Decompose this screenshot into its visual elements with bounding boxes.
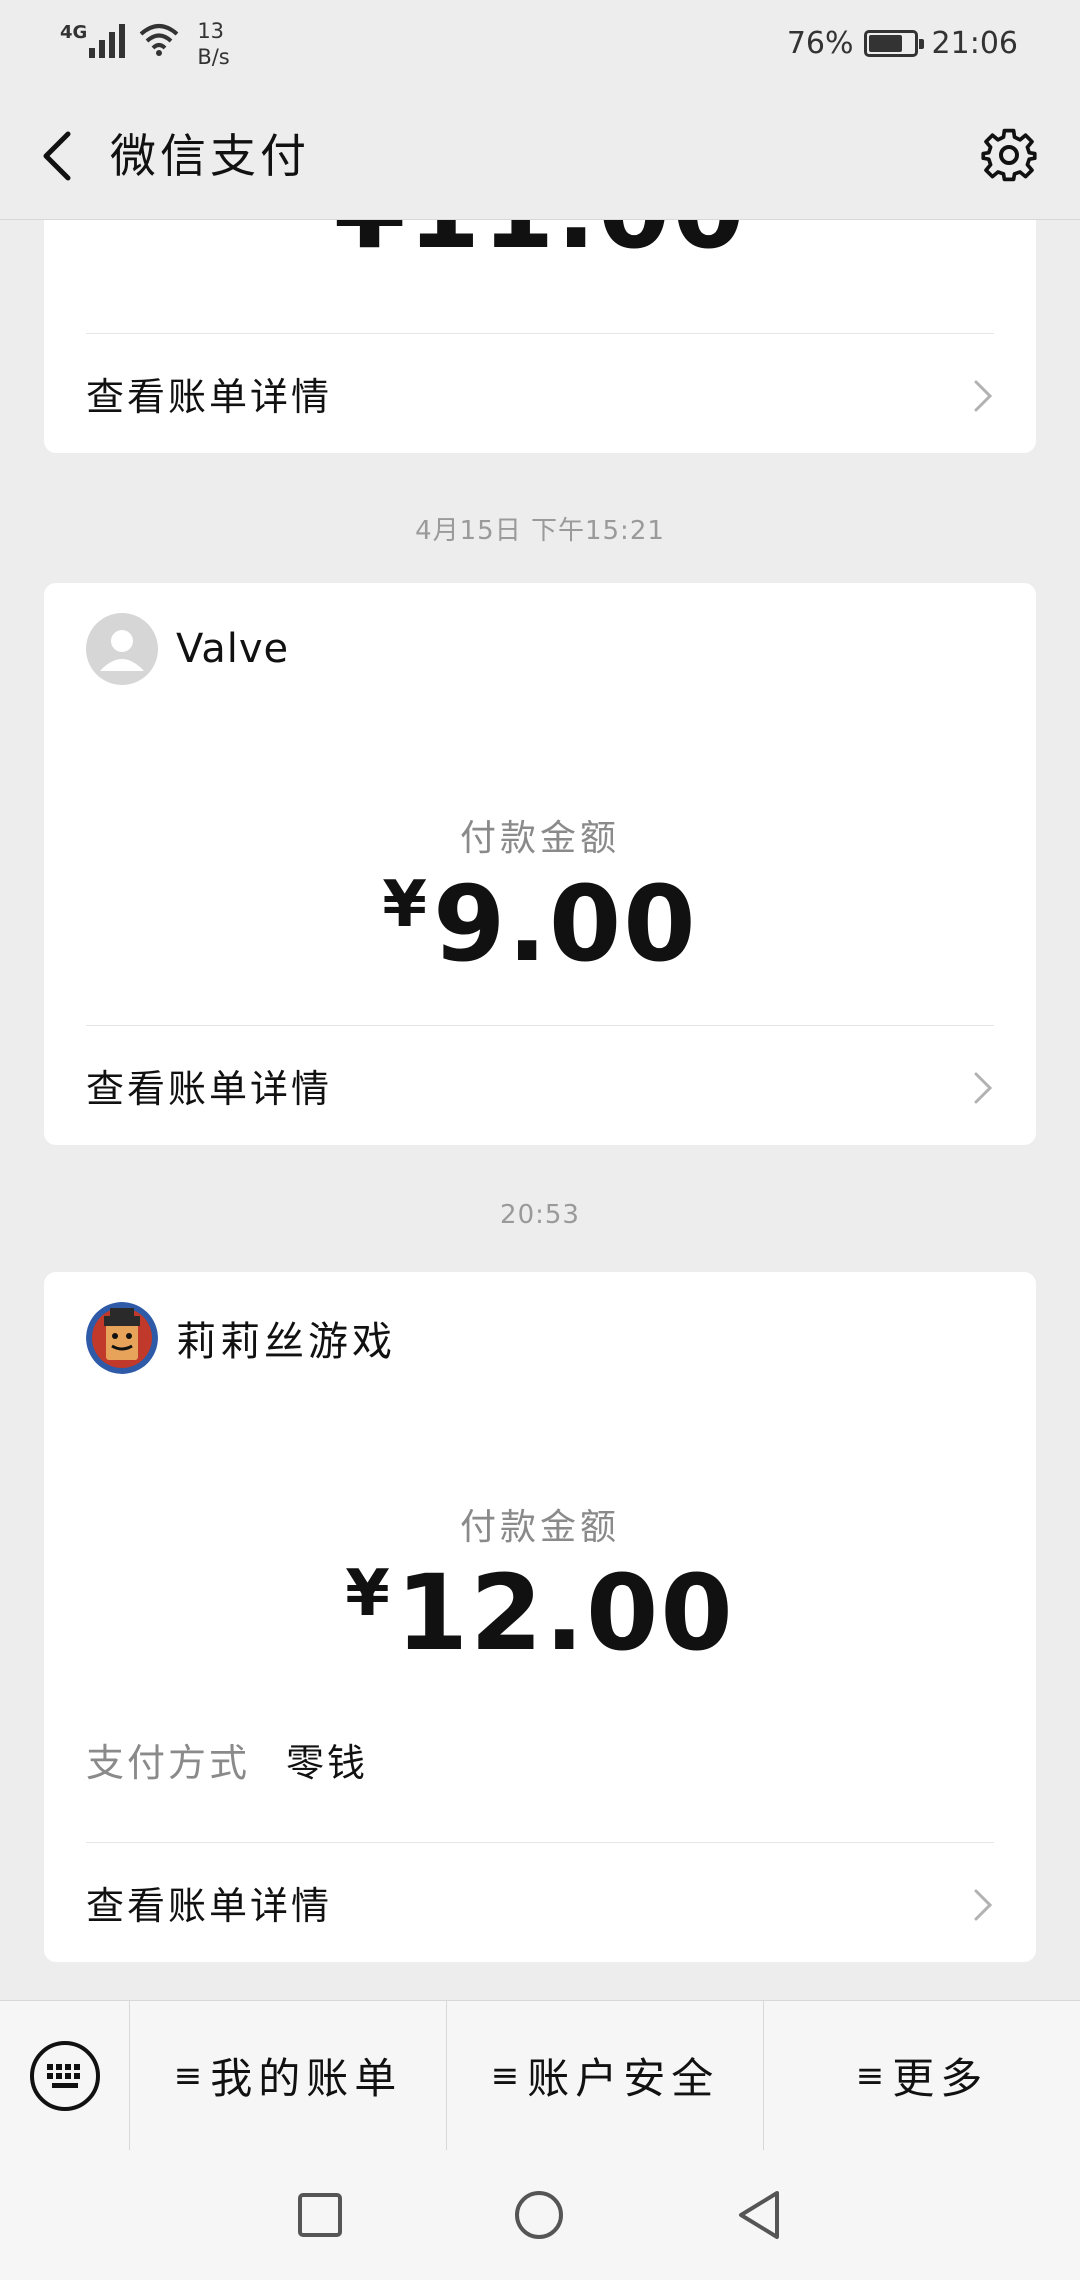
view-bill-detail-label: 查看账单详情 <box>86 1883 333 1928</box>
bottom-menu-bar: ≡ 我的账单 ≡ 账户安全 ≡ 更多 <box>0 2000 1080 2150</box>
view-bill-detail-label: 查看账单详情 <box>86 374 333 419</box>
merchant-header[interactable]: 莉莉丝游戏 <box>86 1302 396 1374</box>
chevron-right-icon <box>974 380 993 412</box>
amount-number: 9.00 <box>432 863 698 985</box>
menu-label: 我的账单 <box>210 2054 403 2103</box>
amount-number: 12.00 <box>395 1552 735 1674</box>
menu-account-security[interactable]: ≡ 账户安全 <box>447 2001 764 2150</box>
menu-more[interactable]: ≡ 更多 <box>764 2001 1080 2150</box>
clock: 21:06 <box>931 26 1018 61</box>
payment-card: 莉莉丝游戏 付款金额 ¥12.00 支付方式 零钱 查看账单详情 <box>44 1272 1036 1962</box>
speed-value: 13 <box>197 19 225 43</box>
merchant-name: Valve <box>176 626 290 672</box>
gear-icon[interactable] <box>980 126 1038 184</box>
battery-fill <box>868 35 902 52</box>
payment-method-row: 支付方式 零钱 <box>86 1732 368 1787</box>
merchant-name: 莉莉丝游戏 <box>176 1319 396 1365</box>
timestamp: 20:53 <box>500 1200 580 1230</box>
amount-value: ¥12.00 <box>44 1552 1036 1674</box>
payment-method-value: 零钱 <box>286 1741 369 1785</box>
menu-label: 更多 <box>892 2054 989 2103</box>
payment-card: Valve 付款金额 ¥9.00 查看账单详情 <box>44 583 1036 1145</box>
amount-value: ¥11.00 <box>44 220 1036 272</box>
signal-icon <box>89 18 126 58</box>
merchant-avatar <box>86 1302 158 1374</box>
amount-value: ¥9.00 <box>44 863 1036 985</box>
menu-prefix: ≡ <box>855 2055 885 2096</box>
amount-label: 付款金额 <box>459 1507 620 1548</box>
status-left: 4G 13 B/s <box>60 18 230 70</box>
battery-percent: 76% <box>786 26 854 61</box>
battery-icon <box>863 30 924 57</box>
keyboard-toggle-button[interactable] <box>0 2001 130 2150</box>
menu-prefix: ≡ <box>173 2055 203 2096</box>
square-nav-icon[interactable] <box>297 2192 343 2238</box>
currency-symbol: ¥ <box>345 1557 392 1631</box>
amount-label: 付款金额 <box>459 818 620 859</box>
view-bill-detail-row[interactable]: 查看账单详情 <box>86 1026 994 1144</box>
chevron-right-icon <box>974 1889 993 1921</box>
view-bill-detail-row[interactable]: 查看账单详情 <box>86 334 994 452</box>
menu-label: 账户安全 <box>527 2054 720 2103</box>
wifi-icon <box>139 24 179 56</box>
menu-prefix: ≡ <box>490 2055 520 2096</box>
speed-unit: B/s <box>197 45 230 69</box>
merchant-header[interactable]: Valve <box>86 613 289 685</box>
back-icon[interactable] <box>34 126 80 186</box>
triangle-back-nav-icon[interactable] <box>735 2189 783 2241</box>
nav-bar: 微信支付 <box>0 90 1080 220</box>
bill-list[interactable]: ¥11.00 查看账单详情 4月15日 下午15:21 Valve 付款金额 ¥… <box>0 220 1080 2000</box>
currency-symbol: ¥ <box>382 868 429 942</box>
default-avatar-icon <box>86 613 158 685</box>
view-bill-detail-label: 查看账单详情 <box>86 1066 333 1111</box>
keyboard-icon <box>29 2040 100 2111</box>
menu-my-bills[interactable]: ≡ 我的账单 <box>130 2001 447 2150</box>
circle-nav-icon[interactable] <box>513 2189 565 2241</box>
status-bar: 4G 13 B/s 76% 21:06 <box>0 0 1080 90</box>
payment-method-label: 支付方式 <box>86 1741 251 1785</box>
chevron-right-icon <box>974 1072 993 1104</box>
view-bill-detail-row[interactable]: 查看账单详情 <box>86 1843 994 1961</box>
timestamp: 4月15日 下午15:21 <box>415 516 665 546</box>
page-title: 微信支付 <box>110 129 310 183</box>
system-nav-bar <box>0 2150 1080 2280</box>
payment-card: ¥11.00 查看账单详情 <box>44 220 1036 453</box>
status-right: 76% 21:06 <box>787 26 1018 61</box>
network-speed: 13 B/s <box>197 18 229 70</box>
network-type: 4G <box>60 22 88 43</box>
